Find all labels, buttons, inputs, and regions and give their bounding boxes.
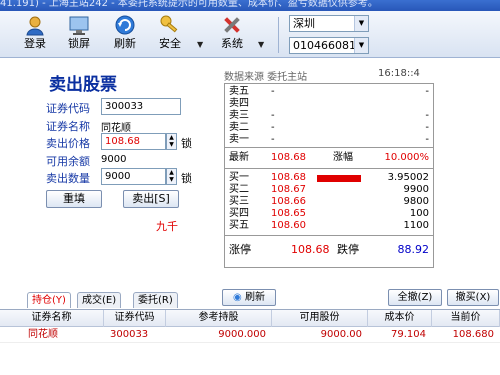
table-cell: 108.680 (452, 329, 494, 340)
security-dropdown-icon[interactable]: ▼ (197, 40, 203, 49)
column-header[interactable]: 可用股份 (272, 310, 368, 327)
login-button[interactable]: 登录 (18, 14, 52, 56)
divider (225, 147, 433, 148)
sell-order-form: 卖出股票 证券代码 300033 证券名称 同花顺 卖出价格 108.68 ▲ ▼… (0, 58, 222, 286)
divider (225, 235, 433, 236)
price-stepper[interactable]: ▲ ▼ (166, 133, 177, 150)
name-label: 证券名称 (46, 120, 90, 133)
price-lock-toggle[interactable]: 锁 (181, 135, 192, 151)
quantity-hint: 九千 (156, 220, 178, 233)
column-header[interactable]: 参考持股 (166, 310, 272, 327)
position-tabs: 持仓(Y) 成交(E) 委托(R) ◉ 刷新 全撤(Z) 撤买(X) (0, 287, 500, 309)
table-row[interactable]: 同花顺 300033 9000.000 9000.00 79.104 108.6… (0, 327, 500, 343)
system-dropdown-icon[interactable]: ▼ (258, 40, 264, 49)
ask-row: 卖二 - - (229, 122, 429, 133)
refresh-icon: ◉ (233, 292, 242, 303)
chevron-down-icon[interactable]: ▼ (354, 38, 368, 53)
system-tools-icon (224, 17, 240, 33)
cancel-all-button[interactable]: 全撤(Z) (388, 289, 442, 306)
table-cell: 79.104 (391, 329, 426, 340)
tab-orders[interactable]: 委托(R) (133, 292, 178, 308)
reset-button[interactable]: 重填 (46, 190, 102, 208)
column-header[interactable]: 成本价 (368, 310, 432, 327)
refresh-icon (115, 15, 135, 35)
ask-row: 卖四 (229, 98, 249, 109)
login-label: 登录 (24, 37, 46, 50)
bid-row: 买二 108.67 9900 (229, 184, 429, 195)
lock-screen-icon (69, 16, 89, 35)
table-refresh-button[interactable]: ◉ 刷新 (222, 289, 276, 306)
quote-time: 16:18::4 (378, 68, 420, 79)
ask-row: 卖三 - - (229, 110, 429, 121)
refresh-label: 刷新 (114, 37, 136, 50)
account-select[interactable]: 0104660812 ▼ (289, 37, 369, 54)
quote-panel: 数据来源 委托主站 16:18::4 卖五 - - 卖四 卖三 - - 卖二 - - 卖一 -… (222, 58, 500, 268)
table-cell: 同花顺 (28, 329, 58, 340)
market-select[interactable]: 深圳 ▼ (289, 15, 369, 32)
lock-screen-button[interactable]: 锁屏 (62, 14, 96, 56)
table-cell: 300033 (110, 329, 149, 340)
sell-price-input[interactable]: 108.68 (101, 133, 166, 150)
divider (225, 168, 433, 169)
available-label: 可用余额 (46, 155, 90, 168)
toolbar-divider (278, 17, 279, 53)
quantity-label: 卖出数量 (46, 172, 90, 185)
window-title: 41.191) - 上海主站242 - 本委托系统提示的可用数量、成本价、盈亏数… (0, 0, 378, 9)
last-price-row: 最新 108.68 涨幅 10.000% (229, 152, 429, 163)
order-book: 卖五 - - 卖四 卖三 - - 卖二 - - 卖一 - - 最新 108.68 涨幅 10.0… (224, 83, 434, 268)
system-button[interactable]: 系统 (215, 14, 249, 56)
security-button[interactable]: 安全 (153, 14, 187, 56)
table-refresh-label: 刷新 (244, 292, 265, 303)
window-title-bar: 41.191) - 上海主站242 - 本委托系统提示的可用数量、成本价、盈亏数… (0, 0, 500, 11)
security-label: 安全 (159, 37, 181, 50)
toolbar: 登录 锁屏 刷新 安全 ▼ 系统 ▼ 深圳 ▼ 0104660812 ▼ (0, 11, 500, 58)
quantity-stepper[interactable]: ▲ ▼ (166, 168, 177, 185)
refresh-button[interactable]: 刷新 (108, 14, 142, 56)
tab-trades[interactable]: 成交(E) (77, 292, 122, 308)
bid-row: 买五 108.60 1100 (229, 220, 429, 231)
available-value: 9000 (101, 154, 127, 165)
system-label: 系统 (221, 37, 243, 50)
sell-quantity-input[interactable]: 9000 (101, 168, 166, 185)
form-title: 卖出股票 (49, 75, 117, 95)
bid-row: 买四 108.65 100 (229, 208, 429, 219)
column-header[interactable]: 当前价 (432, 310, 500, 327)
positions-table: 证券名称 证券代码 参考持股 可用股份 成本价 当前价 同花顺 300033 9… (0, 309, 500, 375)
stock-code-input[interactable]: 300033 (101, 98, 181, 115)
stock-name-value: 同花顺 (101, 123, 131, 134)
chevron-down-icon[interactable]: ▼ (354, 16, 368, 31)
quantity-lock-toggle[interactable]: 锁 (181, 170, 192, 186)
cancel-buy-button[interactable]: 撤买(X) (447, 289, 499, 306)
sell-button[interactable]: 卖出[S] (123, 190, 179, 208)
tab-positions[interactable]: 持仓(Y) (27, 292, 71, 308)
ask-row: 卖一 - - (229, 134, 429, 145)
ask-row: 卖五 - - (229, 86, 429, 97)
bid-row: 买一 108.68 3.95002 (229, 172, 429, 183)
table-cell: 9000.000 (218, 329, 266, 340)
price-label: 卖出价格 (46, 137, 90, 150)
login-icon (26, 16, 44, 36)
table-header: 证券名称 证券代码 参考持股 可用股份 成本价 当前价 (0, 310, 500, 327)
table-cell: 9000.00 (320, 329, 362, 340)
account-value: 0104660812 (293, 39, 363, 52)
bid-row: 买三 108.66 9800 (229, 196, 429, 207)
column-header[interactable]: 证券名称 (0, 310, 104, 327)
security-icon (160, 15, 178, 33)
limit-row: 涨停 108.68 跌停 88.92 (229, 243, 429, 256)
market-value: 深圳 (293, 17, 315, 30)
bid-volume-bar (317, 175, 361, 182)
lock-screen-label: 锁屏 (68, 37, 90, 50)
data-source-label: 数据来源 委托主站 (224, 72, 308, 83)
column-header[interactable]: 证券代码 (104, 310, 166, 327)
code-label: 证券代码 (46, 102, 90, 115)
